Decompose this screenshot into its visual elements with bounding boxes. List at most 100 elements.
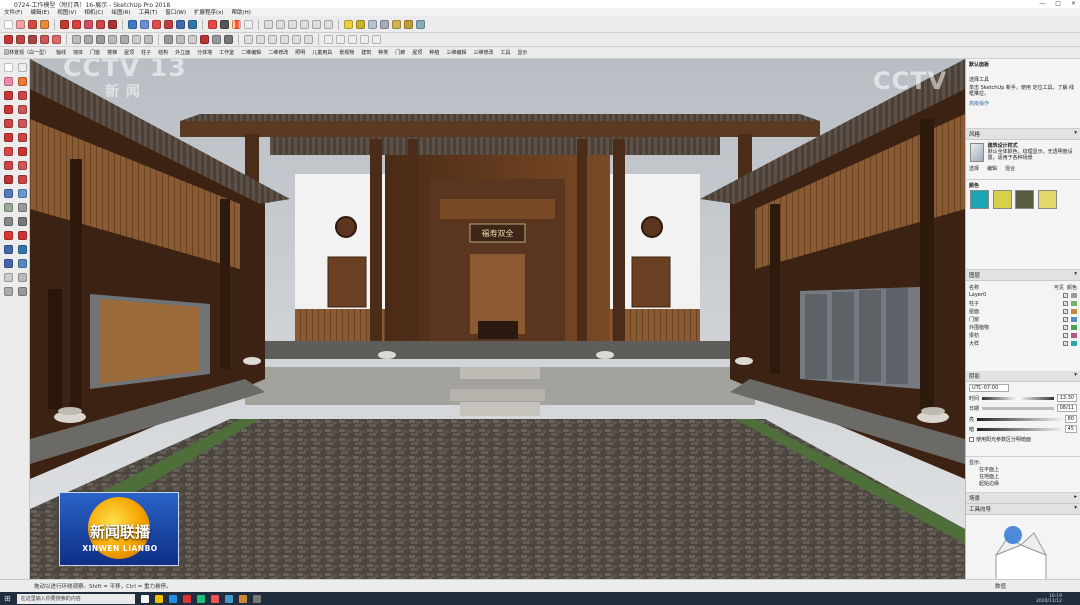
line-icon[interactable] (4, 35, 13, 44)
plugin-item[interactable]: 三维编辑 (446, 49, 466, 56)
plugin-item[interactable]: 轴线 (56, 49, 66, 56)
dimension-icon[interactable] (140, 19, 149, 29)
display-from-edges[interactable]: 起始边缘 (969, 480, 1077, 487)
menu-file[interactable]: 文件(F) (4, 8, 22, 16)
rotate-tool-icon[interactable] (4, 161, 13, 170)
visibility-checkbox[interactable]: ✓ (1063, 340, 1068, 346)
3d-text-tool-icon[interactable] (18, 217, 27, 226)
maximize-button[interactable]: □ (1055, 0, 1061, 7)
move-icon[interactable] (84, 19, 93, 29)
tag-row[interactable]: 大样 ✓ (966, 339, 1080, 347)
plugin-item[interactable]: 显示 (517, 49, 527, 56)
select-icon[interactable] (4, 19, 13, 29)
push-pull-icon[interactable] (72, 19, 81, 29)
previous-view-icon[interactable] (18, 259, 27, 268)
app-icon[interactable] (252, 594, 261, 603)
line-tool-icon[interactable] (4, 91, 13, 100)
zoom-tool-icon[interactable] (4, 245, 13, 254)
tag-color[interactable] (1071, 324, 1077, 330)
plugin-item[interactable]: 景观物 (339, 49, 354, 56)
plugin-item[interactable]: 分体墙 (197, 49, 212, 56)
plugin-item[interactable]: 结构 (158, 49, 168, 56)
menu-window[interactable]: 窗口(W) (165, 8, 186, 16)
timezone-select[interactable]: UTC-07:00 (969, 384, 1009, 392)
arc-icon[interactable] (16, 35, 25, 44)
scale-icon[interactable] (108, 19, 117, 29)
wechat-icon[interactable] (196, 594, 205, 603)
zoom-window-icon[interactable] (18, 245, 27, 254)
plugin-item[interactable]: 二维编辑 (241, 49, 261, 56)
follow-me-icon[interactable] (72, 35, 81, 44)
plugin-item[interactable]: 儿童用具 (312, 49, 332, 56)
textured-icon[interactable] (404, 19, 413, 29)
intersect-icon[interactable] (96, 35, 105, 44)
offset-icon[interactable] (84, 35, 93, 44)
iso-view-icon[interactable] (264, 19, 273, 29)
rotate-icon[interactable] (96, 19, 105, 29)
style-thumbnail[interactable] (970, 143, 984, 162)
arc-tool-icon[interactable] (4, 133, 13, 142)
front-view-icon[interactable] (288, 19, 297, 29)
plugin-item[interactable]: 屋顶 (412, 49, 422, 56)
section-plane-icon[interactable] (164, 35, 173, 44)
style-tab-mix[interactable]: 混合 (1005, 165, 1015, 172)
orbit-icon[interactable] (152, 19, 161, 29)
plugin-item[interactable]: 楼梯 (107, 49, 117, 56)
start-icon[interactable]: ⊞ (4, 594, 11, 603)
light-slider[interactable] (977, 417, 1062, 421)
protractor-tool-icon[interactable] (4, 203, 13, 212)
left-view-icon[interactable] (324, 19, 333, 29)
polygon-icon[interactable] (40, 35, 49, 44)
display-on-faces[interactable]: 在平面上 (969, 466, 1077, 473)
date-slider-icon[interactable] (244, 19, 253, 29)
tag-row[interactable]: Layer0 ✓ (966, 291, 1080, 299)
zoom-extents-icon[interactable] (188, 19, 197, 29)
back-edges-icon[interactable] (356, 19, 365, 29)
material-swatch[interactable] (1015, 190, 1035, 209)
3d-text-icon[interactable] (224, 35, 233, 44)
visibility-checkbox[interactable]: ✓ (1063, 332, 1068, 338)
section-tool-icon[interactable] (18, 287, 27, 296)
axes-tool-icon[interactable] (4, 217, 13, 226)
tag-row[interactable]: 门窗 ✓ (966, 315, 1080, 323)
visibility-checkbox[interactable]: ✓ (1063, 324, 1068, 330)
tape-measure-icon[interactable] (128, 19, 137, 29)
minimize-button[interactable]: — (1039, 0, 1045, 7)
section-display-icon[interactable] (176, 35, 185, 44)
menu-view[interactable]: 视图(V) (57, 8, 76, 16)
plugin-item[interactable]: 种植 (429, 49, 439, 56)
back-view-icon[interactable] (312, 19, 321, 29)
app-icon[interactable] (238, 594, 247, 603)
taskbar-search[interactable]: 在这里输入你要搜索的内容 (16, 593, 135, 604)
pan-tool-icon[interactable] (18, 231, 27, 240)
app-icon[interactable] (224, 594, 233, 603)
walk-icon[interactable] (18, 273, 27, 282)
instructor-link[interactable]: 高级操作 (969, 100, 1077, 107)
edge-icon[interactable] (168, 594, 177, 603)
plugin-item[interactable]: 照明 (295, 49, 305, 56)
hidden-line-icon[interactable] (380, 19, 389, 29)
pan-icon[interactable] (164, 19, 173, 29)
menu-draw[interactable]: 绘图(R) (111, 8, 130, 16)
display-on-ground[interactable]: 在地面上 (969, 473, 1077, 480)
plugin-item[interactable]: 门廊 (395, 49, 405, 56)
axes-icon[interactable] (188, 35, 197, 44)
warehouse-icon[interactable] (208, 19, 217, 29)
tag-row[interactable]: 外围植物 ✓ (966, 323, 1080, 331)
rectangle-icon[interactable] (60, 19, 69, 29)
tag-row[interactable]: 屋面 ✓ (966, 307, 1080, 315)
component-icon[interactable] (324, 35, 333, 44)
tag-row[interactable]: 柱子 ✓ (966, 299, 1080, 307)
menu-help[interactable]: 帮助(H) (232, 8, 251, 16)
orbit-tool-icon[interactable] (4, 231, 13, 240)
shaded-icon[interactable] (392, 19, 401, 29)
tag-color[interactable] (1071, 300, 1077, 306)
stamp-icon[interactable] (292, 35, 301, 44)
plugin-item[interactable]: 屋顶 (124, 49, 134, 56)
push-pull-tool-icon[interactable] (18, 147, 27, 156)
tape-tool-icon[interactable] (4, 189, 13, 198)
sketchup-icon[interactable] (182, 594, 191, 603)
plugin-item[interactable]: 门窗 (90, 49, 100, 56)
paint-tool-icon[interactable] (18, 77, 27, 86)
styles-header[interactable]: 风格 ▾ (966, 129, 1080, 140)
